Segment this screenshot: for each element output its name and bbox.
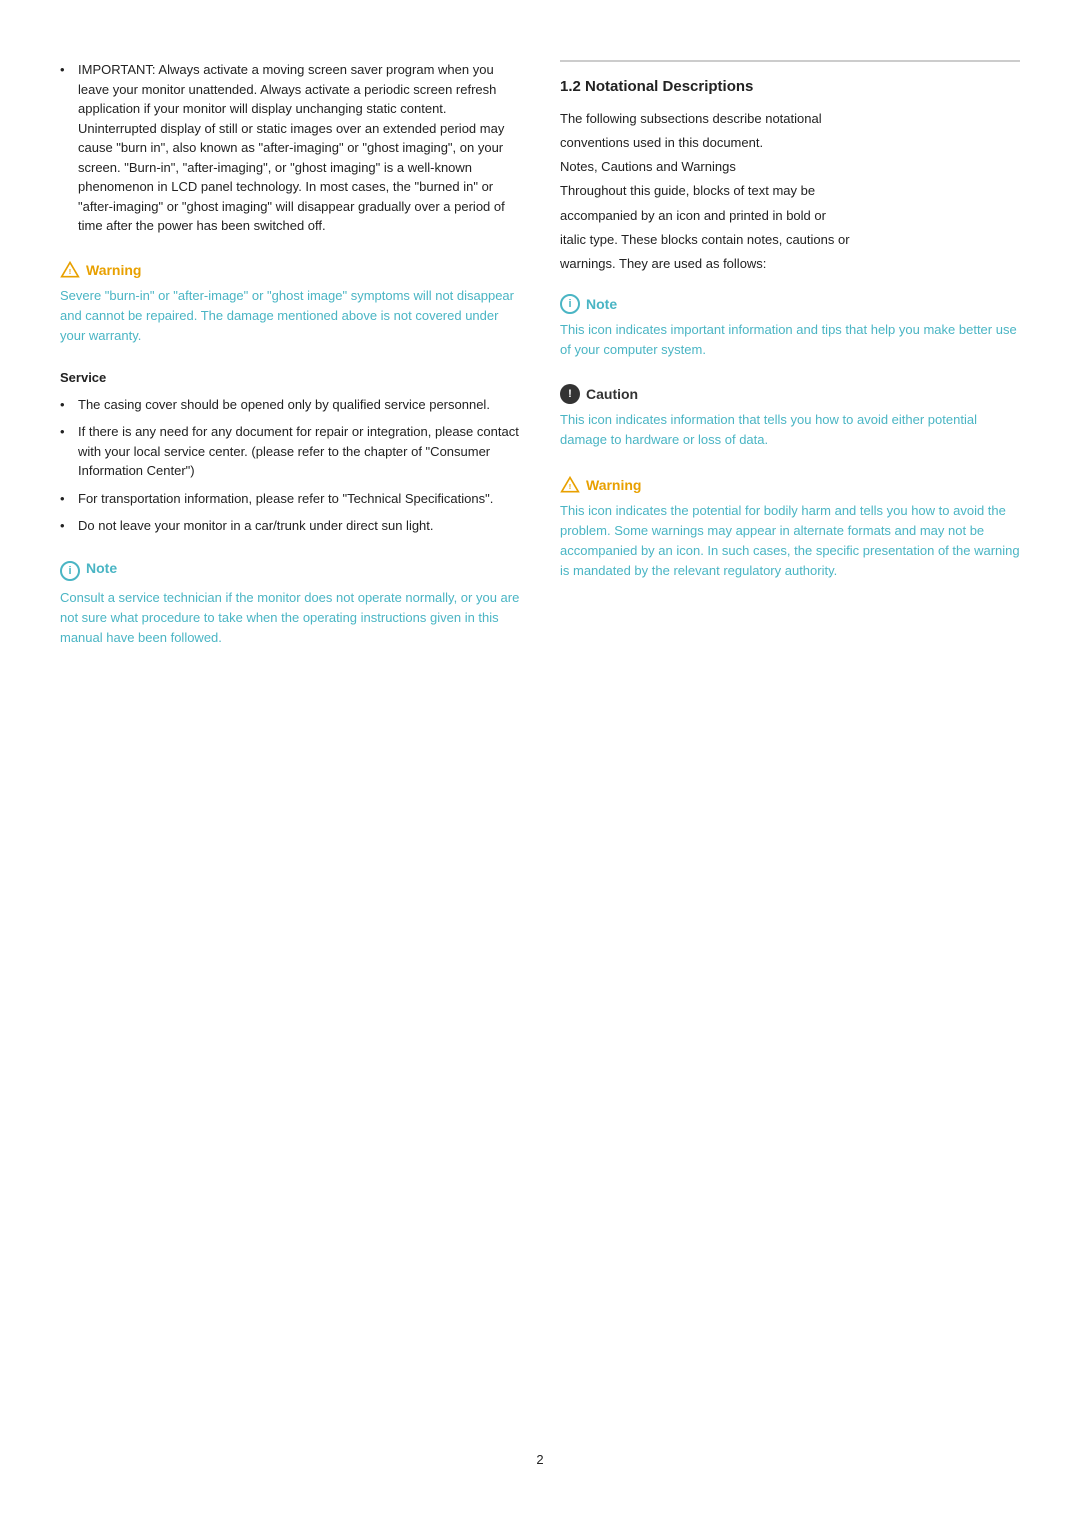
intro-p3: Notes, Cautions and Warnings bbox=[560, 157, 1020, 177]
right-column: 1.2 Notational Descriptions The followin… bbox=[560, 60, 1020, 1412]
note-block-right: i Note This icon indicates important inf… bbox=[560, 294, 1020, 360]
page: IMPORTANT: Always activate a moving scre… bbox=[0, 0, 1080, 1527]
warning-icon-right: ! bbox=[560, 475, 580, 495]
warning-header-right: ! Warning bbox=[560, 475, 1020, 495]
intro-bullet-list: IMPORTANT: Always activate a moving scre… bbox=[60, 60, 520, 236]
service-bullet-1: If there is any need for any document fo… bbox=[60, 422, 520, 481]
intro-p4: Throughout this guide, blocks of text ma… bbox=[560, 181, 1020, 201]
note-icon-right: i bbox=[560, 294, 580, 314]
warning-label-1: Warning bbox=[86, 262, 141, 278]
note-text-right: This icon indicates important informatio… bbox=[560, 320, 1020, 360]
caution-header-right: ! Caution bbox=[560, 384, 1020, 404]
note-label-1: Note bbox=[86, 560, 117, 576]
note-text-1: Consult a service technician if the moni… bbox=[60, 588, 520, 648]
warning-text-right: This icon indicates the potential for bo… bbox=[560, 501, 1020, 582]
intro-p6: italic type. These blocks contain notes,… bbox=[560, 230, 1020, 250]
left-column: IMPORTANT: Always activate a moving scre… bbox=[60, 60, 520, 1412]
note-block-1: i Note Consult a service technician if t… bbox=[60, 560, 520, 648]
intro-p5: accompanied by an icon and printed in bo… bbox=[560, 206, 1020, 226]
warning-icon-1: ! bbox=[60, 260, 80, 280]
note-header-1: i Note bbox=[60, 560, 520, 582]
warning-block-1: ! Warning Severe "burn-in" or "after-ima… bbox=[60, 260, 520, 346]
section-title: 1.2 Notational Descriptions bbox=[560, 78, 1020, 95]
warning-header-1: ! Warning bbox=[60, 260, 520, 280]
warning-block-right: ! Warning This icon indicates the potent… bbox=[560, 475, 1020, 582]
service-bullet-2: For transportation information, please r… bbox=[60, 489, 520, 509]
service-heading: Service bbox=[60, 370, 520, 385]
caution-block-right: ! Caution This icon indicates informatio… bbox=[560, 384, 1020, 450]
note-icon-1: i bbox=[60, 561, 80, 581]
page-number: 2 bbox=[60, 1452, 1020, 1467]
service-bullet-3: Do not leave your monitor in a car/trunk… bbox=[60, 516, 520, 536]
note-header-right: i Note bbox=[560, 294, 1020, 314]
caution-icon-right: ! bbox=[560, 384, 580, 404]
caution-text-right: This icon indicates information that tel… bbox=[560, 410, 1020, 450]
intro-p2: conventions used in this document. bbox=[560, 133, 1020, 153]
service-bullet-list: The casing cover should be opened only b… bbox=[60, 395, 520, 536]
note-label-right: Note bbox=[586, 296, 617, 312]
service-bullet-0: The casing cover should be opened only b… bbox=[60, 395, 520, 415]
two-column-layout: IMPORTANT: Always activate a moving scre… bbox=[60, 60, 1020, 1412]
intro-p7: warnings. They are used as follows: bbox=[560, 254, 1020, 274]
svg-text:!: ! bbox=[569, 482, 572, 491]
warning-text-1: Severe "burn-in" or "after-image" or "gh… bbox=[60, 286, 520, 346]
caution-label-right: Caution bbox=[586, 386, 638, 402]
svg-text:!: ! bbox=[69, 267, 72, 276]
intro-bullet-item: IMPORTANT: Always activate a moving scre… bbox=[60, 60, 520, 236]
warning-label-right: Warning bbox=[586, 477, 641, 493]
intro-p1: The following subsections describe notat… bbox=[560, 109, 1020, 129]
